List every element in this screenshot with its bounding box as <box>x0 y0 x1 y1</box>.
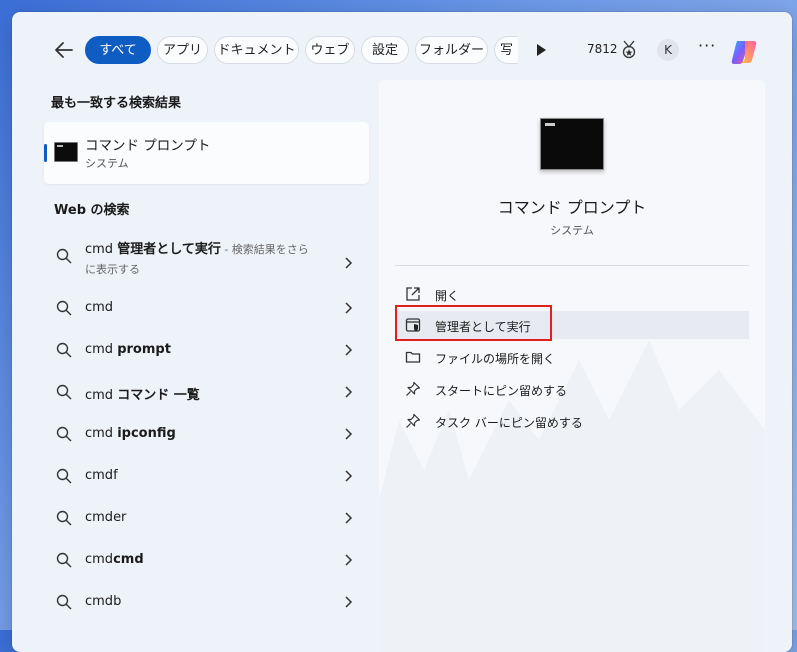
tab-web[interactable]: ウェブ <box>305 36 355 64</box>
pin-icon <box>406 413 421 428</box>
action-pin-to-start[interactable]: スタートにピン留めする <box>395 375 749 403</box>
search-icon <box>56 468 72 484</box>
web-result-label: cmd ipconfig <box>85 426 176 441</box>
web-result-item[interactable]: cmdf <box>44 460 369 492</box>
tab-documents[interactable]: ドキュメント <box>214 36 299 64</box>
web-search-heading: Web の検索 <box>54 203 130 218</box>
folder-icon <box>405 351 421 363</box>
best-match-type: システム <box>85 157 129 170</box>
best-match-item[interactable]: コマンド プロンプト システム <box>44 122 369 184</box>
best-match-heading: 最も一致する検索結果 <box>51 96 182 111</box>
search-icon <box>56 594 72 610</box>
selection-accent <box>44 144 47 162</box>
search-icon <box>56 384 72 400</box>
chevron-right-icon <box>345 302 353 314</box>
divider <box>395 265 749 266</box>
search-icon <box>56 300 72 316</box>
more-tabs-arrow-icon[interactable] <box>537 44 546 56</box>
highlight-box <box>395 305 552 341</box>
copilot-icon[interactable] <box>728 36 760 68</box>
filter-bar: すべて アプリ ドキュメント ウェブ 設定 フォルダー 写 7812 K ··· <box>12 32 792 68</box>
web-result-label: cmdb <box>85 594 122 609</box>
chevron-right-icon <box>345 470 353 482</box>
pin-icon <box>406 381 421 396</box>
search-icon <box>56 552 72 568</box>
action-open-file-location[interactable]: ファイルの場所を開く <box>395 343 749 371</box>
web-result-label: cmd <box>85 300 114 315</box>
web-result-label: cmdf <box>85 468 118 483</box>
tab-photos[interactable]: 写 <box>494 36 518 64</box>
search-icon <box>56 426 72 442</box>
search-icon <box>56 510 72 526</box>
preview-panel: コマンド プロンプト システム 開く 管理者として実行 ファイルの場所を開く ス… <box>379 80 765 652</box>
tab-all[interactable]: すべて <box>85 36 151 64</box>
tab-apps[interactable]: アプリ <box>157 36 208 64</box>
more-options-icon[interactable]: ··· <box>698 36 716 55</box>
rewards-points: 7812 <box>587 42 618 56</box>
web-result-label: cmd コマンド 一覧 <box>85 388 200 403</box>
web-result-item[interactable]: cmd コマンド 一覧 <box>44 376 369 408</box>
web-result-label: cmd prompt <box>85 342 171 357</box>
action-pin-to-taskbar[interactable]: タスク バーにピン留めする <box>395 407 749 435</box>
app-title: コマンド プロンプト <box>497 198 647 217</box>
app-type: システム <box>550 224 594 237</box>
tab-settings[interactable]: 設定 <box>361 36 409 64</box>
web-result-label: cmd 管理者として実行 - 検索結果をさらに表示する <box>85 242 309 276</box>
web-result-item[interactable]: cmdb <box>44 586 369 618</box>
action-label: タスク バーにピン留めする <box>435 416 583 430</box>
medal-icon[interactable] <box>620 40 638 60</box>
back-arrow-icon[interactable] <box>52 38 76 62</box>
chevron-right-icon <box>345 596 353 608</box>
tab-folders[interactable]: フォルダー <box>415 36 488 64</box>
open-external-icon <box>406 287 420 301</box>
web-result-item[interactable]: cmder <box>44 502 369 534</box>
action-label: ファイルの場所を開く <box>435 352 556 366</box>
command-prompt-large-icon <box>540 118 604 170</box>
chevron-right-icon <box>345 554 353 566</box>
best-match-name: コマンド プロンプト <box>85 138 211 154</box>
web-result-item[interactable]: cmd prompt <box>44 334 369 366</box>
user-avatar[interactable]: K <box>657 39 679 61</box>
search-icon <box>56 342 72 358</box>
chevron-right-icon <box>345 512 353 524</box>
web-result-item[interactable]: cmd 管理者として実行 - 検索結果をさらに表示する <box>44 238 369 288</box>
web-result-item[interactable]: cmd <box>44 292 369 324</box>
web-result-label: cmdcmd <box>85 552 144 567</box>
chevron-right-icon <box>345 257 353 269</box>
search-icon <box>56 248 72 264</box>
command-prompt-icon <box>54 142 78 162</box>
web-result-label: cmder <box>85 510 127 525</box>
web-result-item[interactable]: cmd ipconfig <box>44 418 369 450</box>
chevron-right-icon <box>345 428 353 440</box>
action-open[interactable]: 開く <box>395 280 749 308</box>
chevron-right-icon <box>345 344 353 356</box>
chevron-right-icon <box>345 386 353 398</box>
action-label: スタートにピン留めする <box>435 384 568 398</box>
web-result-item[interactable]: cmdcmd <box>44 544 369 576</box>
search-window: すべて アプリ ドキュメント ウェブ 設定 フォルダー 写 7812 K ··· <box>12 12 792 652</box>
action-label: 開く <box>435 289 460 303</box>
